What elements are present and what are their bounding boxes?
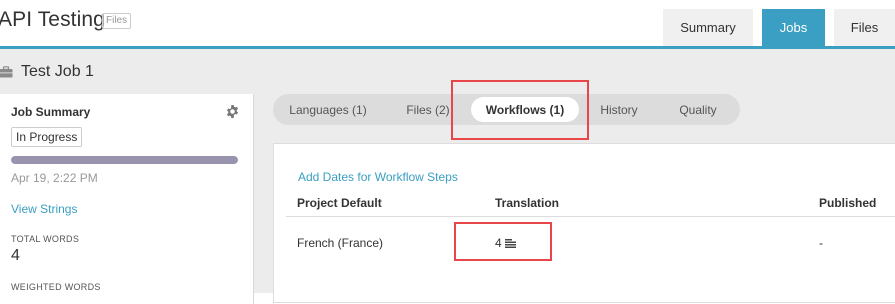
status-badge: In Progress <box>11 127 83 147</box>
table-header-divider <box>286 216 895 217</box>
top-header: API Testing Files Summary Jobs Files <box>0 0 895 46</box>
subtab-languages[interactable]: Languages (1) <box>283 97 373 122</box>
column-header-published: Published <box>819 196 877 210</box>
main-area: Test Job 1 Job Summary In Progress Apr 1… <box>0 49 895 304</box>
tab-summary[interactable]: Summary <box>663 9 753 46</box>
column-header-project-default: Project Default <box>297 196 382 210</box>
files-badge: Files <box>102 13 132 29</box>
subtab-files[interactable]: Files (2) <box>393 97 463 122</box>
progress-fill <box>11 156 238 164</box>
progress-bar <box>11 156 238 164</box>
row-language: French (France) <box>297 236 384 250</box>
column-header-translation: Translation <box>495 196 560 210</box>
subtab-workflows[interactable]: Workflows (1) <box>471 97 579 122</box>
tab-jobs[interactable]: Jobs <box>762 9 825 46</box>
job-summary-panel: Job Summary In Progress Apr 19, 2:22 PM … <box>0 94 254 304</box>
add-dates-link[interactable]: Add Dates for Workflow Steps <box>298 170 458 184</box>
total-words-value: 4 <box>11 247 20 264</box>
job-summary-title: Job Summary <box>11 105 91 119</box>
briefcase-icon <box>0 66 13 78</box>
lines-icon <box>504 238 516 248</box>
row-published: - <box>819 236 823 250</box>
total-words-label: TOTAL WORDS <box>11 234 80 244</box>
job-subtabs: Languages (1) Files (2) Workflows (1) Hi… <box>273 94 740 125</box>
tab-files[interactable]: Files <box>834 9 895 46</box>
gear-icon[interactable] <box>225 104 240 119</box>
job-title: Test Job 1 <box>21 63 94 80</box>
app-title: API Testing <box>0 8 105 31</box>
row-translation[interactable]: 4 <box>495 236 516 250</box>
workflows-panel: Add Dates for Workflow Steps Project Def… <box>273 143 895 303</box>
subtab-history[interactable]: History <box>591 97 647 122</box>
weighted-words-label: WEIGHTED WORDS <box>11 282 101 292</box>
job-date: Apr 19, 2:22 PM <box>11 171 98 185</box>
job-heading: Test Job 1 <box>0 62 94 82</box>
subtab-quality[interactable]: Quality <box>667 97 729 122</box>
view-strings-link[interactable]: View Strings <box>11 202 77 216</box>
translation-count: 4 <box>495 236 502 250</box>
